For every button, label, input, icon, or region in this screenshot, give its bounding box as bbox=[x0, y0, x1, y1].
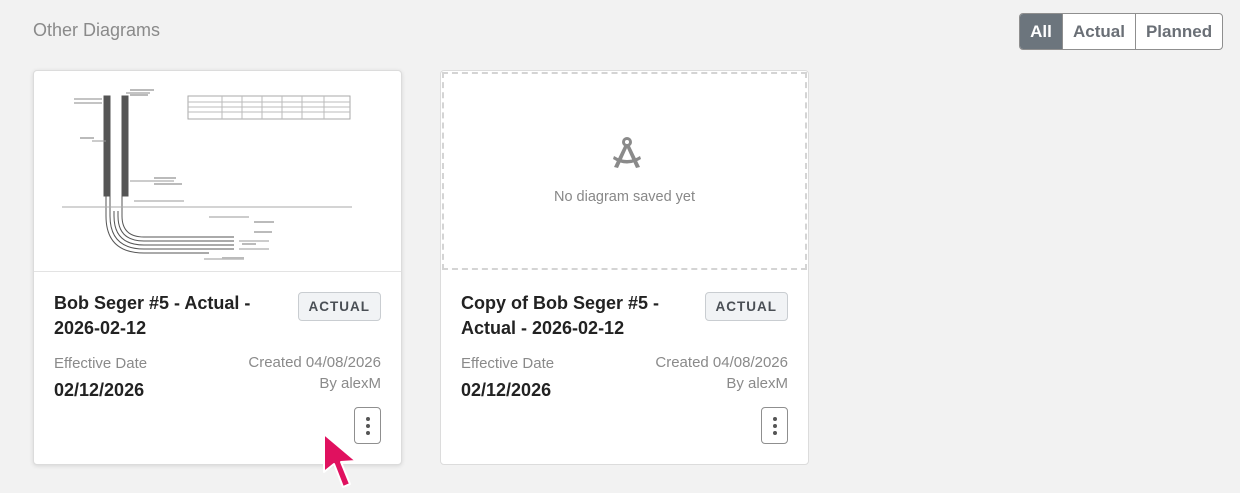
created-date: Created 04/08/2026 bbox=[655, 354, 788, 371]
filter-planned-button[interactable]: Planned bbox=[1134, 14, 1222, 49]
effective-date-value: 02/12/2026 bbox=[461, 380, 552, 400]
created-info: Created 04/08/2026 By alexM bbox=[655, 352, 788, 394]
diagram-placeholder: No diagram saved yet bbox=[442, 72, 807, 270]
no-diagram-text: No diagram saved yet bbox=[553, 189, 696, 205]
created-info: Created 04/08/2026 By alexM bbox=[248, 352, 381, 394]
effective-date-value: 02/12/2026 bbox=[54, 380, 145, 400]
kebab-menu-icon[interactable] bbox=[761, 407, 788, 444]
diagram-filter-toggle: All Actual Planned bbox=[1019, 13, 1224, 50]
status-badge: ACTUAL bbox=[704, 292, 788, 321]
wellbore-diagram-image bbox=[62, 89, 352, 260]
drafting-compass-icon bbox=[613, 137, 641, 168]
effective-date-label: Effective Date bbox=[54, 355, 148, 372]
mouse-pointer-icon bbox=[323, 433, 357, 488]
filter-actual-button[interactable]: Actual bbox=[1062, 14, 1135, 49]
section-title: Other Diagrams bbox=[33, 20, 161, 40]
diagram-card[interactable]: Bob Seger #5 - Actual - 2026-02-12 ACTUA… bbox=[33, 70, 402, 465]
created-date: Created 04/08/2026 bbox=[248, 354, 381, 371]
card-title[interactable]: Bob Seger #5 - Actual - 2026-02-12 bbox=[54, 291, 294, 341]
card-title[interactable]: Copy of Bob Seger #5 - Actual - 2026-02-… bbox=[461, 291, 701, 341]
created-by: By alexM bbox=[726, 375, 788, 392]
diagram-thumbnail[interactable] bbox=[34, 71, 401, 272]
status-badge: ACTUAL bbox=[297, 292, 381, 321]
created-by: By alexM bbox=[319, 375, 381, 392]
diagram-card[interactable]: No diagram saved yet Copy of Bob Seger #… bbox=[440, 70, 809, 465]
filter-all-button[interactable]: All bbox=[1020, 14, 1062, 49]
effective-date-label: Effective Date bbox=[461, 355, 555, 372]
